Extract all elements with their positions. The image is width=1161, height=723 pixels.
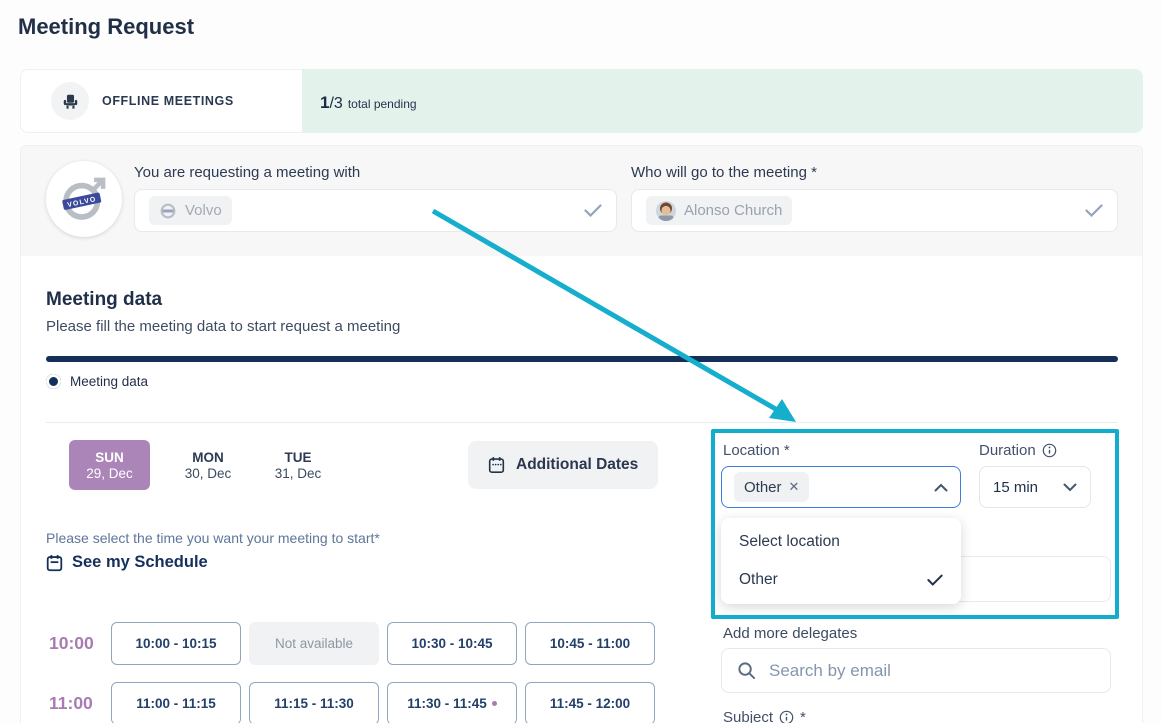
slot-label: 10:00 - 10:15 bbox=[135, 636, 216, 651]
request-summary-strip: VOLVO You are requesting a meeting with … bbox=[21, 146, 1142, 256]
volvo-mini-icon bbox=[159, 202, 177, 220]
pending-summary-bar: 1 /3 total pending bbox=[302, 69, 1143, 133]
slot-label: 11:00 - 11:15 bbox=[136, 696, 216, 711]
chevron-down-icon bbox=[1063, 483, 1077, 492]
hour-label-10: 10:00 bbox=[49, 622, 105, 665]
date-value: 30, Dec bbox=[185, 466, 232, 481]
add-delegates-label: Add more delegates bbox=[723, 625, 857, 642]
see-schedule-label: See my Schedule bbox=[72, 553, 208, 572]
volvo-chip[interactable]: Volvo bbox=[149, 196, 232, 225]
tab-offline-label: OFFLINE MEETINGS bbox=[102, 94, 234, 108]
date-day: SUN bbox=[95, 450, 124, 465]
additional-dates-button[interactable]: Additional Dates bbox=[468, 441, 658, 489]
search-email-input[interactable] bbox=[769, 661, 1095, 681]
additional-dates-label: Additional Dates bbox=[516, 456, 638, 474]
option-label: Other bbox=[739, 571, 778, 589]
meeting-data-subtitle: Please fill the meeting data to start re… bbox=[46, 318, 400, 335]
slot-11-30[interactable]: 11:30 - 11:45 bbox=[387, 682, 517, 723]
slot-label: 11:30 - 11:45 bbox=[407, 696, 487, 711]
date-option-tue[interactable]: TUE 31, Dec bbox=[259, 440, 337, 490]
duration-label: Duration bbox=[979, 442, 1057, 459]
meeting-request-page: Meeting Request OFFLINE MEETINGS 1 /3 to… bbox=[0, 0, 1161, 723]
slot-10-30[interactable]: 10:30 - 10:45 bbox=[387, 622, 517, 665]
pending-total: /3 bbox=[329, 95, 342, 113]
delegate-chip[interactable]: Alonso Church bbox=[646, 196, 792, 225]
slot-label: 10:30 - 10:45 bbox=[411, 636, 492, 651]
progress-bar bbox=[46, 356, 1118, 362]
page-title: Meeting Request bbox=[18, 14, 194, 40]
volvo-chip-label: Volvo bbox=[185, 202, 222, 219]
schedule-calendar-icon bbox=[46, 554, 63, 572]
option-label: Select location bbox=[739, 533, 840, 551]
subject-label-text: Subject bbox=[723, 709, 773, 723]
slot-11-15[interactable]: 11:15 - 11:30 bbox=[249, 682, 379, 723]
check-icon bbox=[927, 574, 943, 586]
section-divider bbox=[46, 422, 1118, 423]
slot-11-00[interactable]: 11:00 - 11:15 bbox=[111, 682, 241, 723]
slot-10-15-unavailable: Not available bbox=[249, 622, 379, 665]
required-mark: * bbox=[800, 709, 806, 723]
info-icon[interactable] bbox=[1042, 443, 1057, 458]
tab-offline-meetings[interactable]: OFFLINE MEETINGS bbox=[20, 69, 302, 133]
duration-select[interactable]: 15 min bbox=[979, 466, 1091, 508]
pending-caption: total pending bbox=[348, 97, 417, 111]
slot-label: 10:45 - 11:00 bbox=[550, 636, 630, 651]
date-option-mon[interactable]: MON 30, Dec bbox=[169, 440, 247, 490]
slot-label: Not available bbox=[275, 636, 353, 651]
subject-label: Subject * bbox=[723, 709, 806, 723]
requesting-with-field[interactable]: Volvo bbox=[134, 189, 617, 232]
option-select-location[interactable]: Select location bbox=[721, 523, 961, 561]
check-icon bbox=[584, 204, 602, 217]
radio-icon bbox=[46, 374, 61, 389]
delegate-avatar bbox=[656, 201, 676, 221]
time-prompt: Please select the time you want your mee… bbox=[46, 530, 380, 546]
see-schedule-link[interactable]: See my Schedule bbox=[46, 553, 208, 572]
location-label: Location * bbox=[723, 442, 790, 459]
date-day: MON bbox=[192, 450, 224, 465]
step-meeting-data[interactable]: Meeting data bbox=[46, 374, 148, 389]
meeting-request-card: VOLVO You are requesting a meeting with … bbox=[20, 145, 1143, 723]
date-day: TUE bbox=[285, 450, 312, 465]
info-icon[interactable] bbox=[779, 710, 794, 723]
calendar-icon bbox=[488, 456, 505, 474]
delegate-label: Who will go to the meeting * bbox=[631, 164, 817, 181]
step-label: Meeting data bbox=[70, 374, 148, 389]
duration-value: 15 min bbox=[993, 479, 1038, 496]
slot-label: 11:15 - 11:30 bbox=[274, 696, 354, 711]
check-icon bbox=[1085, 204, 1103, 217]
date-value: 29, Dec bbox=[86, 466, 133, 481]
option-other[interactable]: Other bbox=[721, 561, 961, 599]
volvo-logo: VOLVO bbox=[46, 161, 122, 237]
requesting-with-label: You are requesting a meeting with bbox=[134, 164, 360, 181]
location-select[interactable]: Other ✕ bbox=[721, 466, 961, 508]
slot-11-45[interactable]: 11:45 - 12:00 bbox=[525, 682, 655, 723]
date-option-sun[interactable]: SUN 29, Dec bbox=[69, 440, 150, 490]
delegate-field[interactable]: Alonso Church bbox=[631, 189, 1118, 232]
meeting-type-tabbar: OFFLINE MEETINGS 1 /3 total pending bbox=[20, 69, 1143, 133]
date-value: 31, Dec bbox=[275, 466, 322, 481]
availability-dot bbox=[492, 701, 497, 706]
chair-icon bbox=[51, 82, 89, 120]
slot-10-45[interactable]: 10:45 - 11:00 bbox=[525, 622, 655, 665]
location-dropdown: Select location Other bbox=[721, 518, 961, 604]
hour-label-11: 11:00 bbox=[49, 682, 105, 723]
search-icon bbox=[737, 661, 756, 680]
slot-label: 11:45 - 12:00 bbox=[550, 696, 630, 711]
svg-text:VOLVO: VOLVO bbox=[67, 196, 97, 209]
meeting-data-title: Meeting data bbox=[46, 289, 162, 311]
chevron-up-icon bbox=[934, 483, 948, 492]
duration-label-text: Duration bbox=[979, 442, 1036, 459]
remove-location-icon[interactable]: ✕ bbox=[789, 479, 800, 495]
slot-10-00[interactable]: 10:00 - 10:15 bbox=[111, 622, 241, 665]
location-chip-label: Other bbox=[744, 479, 782, 496]
pending-count: 1 bbox=[320, 93, 329, 113]
location-selected-chip[interactable]: Other ✕ bbox=[734, 472, 809, 502]
delegate-chip-label: Alonso Church bbox=[684, 202, 782, 219]
delegate-search-field[interactable] bbox=[721, 648, 1111, 693]
